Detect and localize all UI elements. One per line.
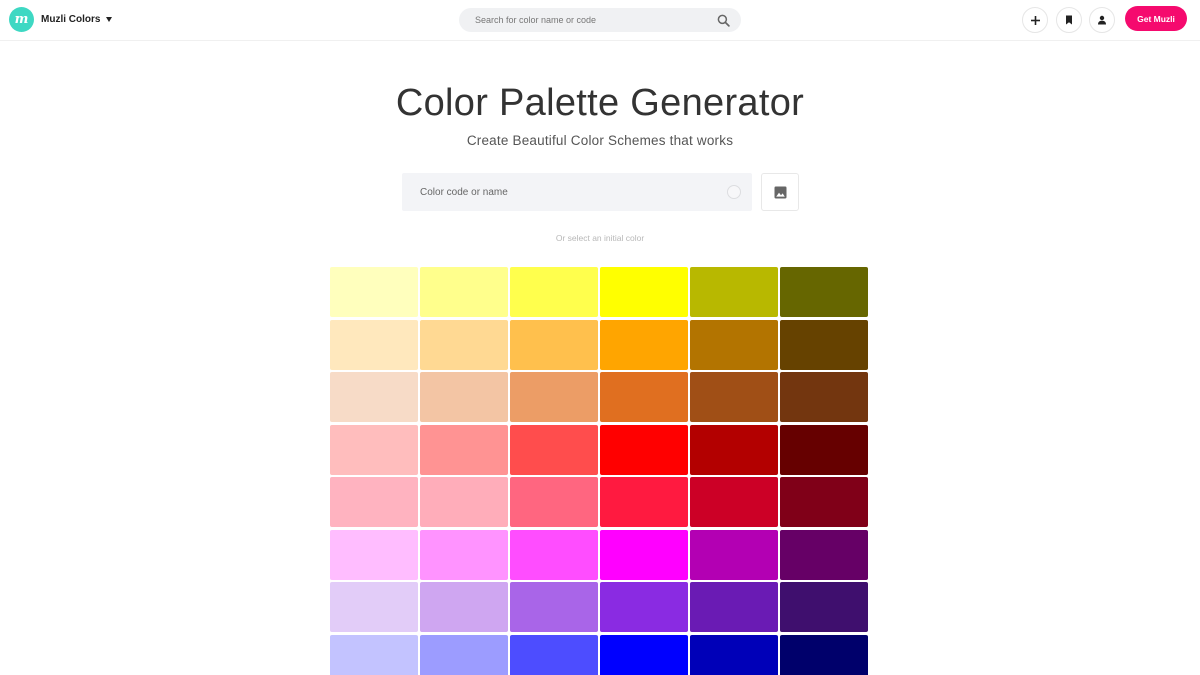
muzli-logo: m	[9, 7, 34, 32]
color-swatch[interactable]	[420, 477, 508, 527]
color-swatch[interactable]	[600, 319, 688, 370]
color-swatch[interactable]	[330, 529, 418, 580]
color-swatch[interactable]	[600, 267, 688, 317]
color-swatch[interactable]	[510, 477, 598, 527]
color-swatch[interactable]	[690, 424, 778, 475]
color-swatch[interactable]	[780, 529, 868, 580]
account-button[interactable]	[1089, 7, 1115, 33]
color-swatch[interactable]	[780, 319, 868, 370]
color-swatch[interactable]	[690, 372, 778, 422]
color-swatch[interactable]	[600, 529, 688, 580]
color-swatch[interactable]	[780, 267, 868, 317]
color-swatch[interactable]	[420, 267, 508, 317]
color-swatch[interactable]	[330, 634, 418, 675]
color-swatch[interactable]	[510, 634, 598, 675]
page-title: Color Palette Generator	[395, 82, 805, 124]
color-swatch[interactable]	[420, 319, 508, 370]
color-swatch[interactable]	[330, 319, 418, 370]
color-swatch[interactable]	[420, 424, 508, 475]
page-subtitle: Create Beautiful Color Schemes that work…	[466, 133, 734, 148]
get-muzli-button[interactable]: Get Muzli	[1125, 6, 1187, 31]
user-icon	[1098, 15, 1106, 25]
color-swatch[interactable]	[780, 477, 868, 527]
upload-image-button[interactable]	[761, 173, 799, 211]
color-search-bar[interactable]: Search for color name or code	[459, 8, 741, 32]
initial-color-grid	[330, 267, 870, 675]
color-swatch[interactable]	[690, 634, 778, 675]
color-swatch[interactable]	[420, 372, 508, 422]
color-swatch[interactable]	[780, 634, 868, 675]
bookmarks-button[interactable]	[1056, 7, 1082, 33]
color-swatch[interactable]	[510, 424, 598, 475]
color-swatch[interactable]	[330, 424, 418, 475]
search-icon[interactable]	[711, 8, 735, 32]
caret-down-icon	[106, 17, 113, 22]
color-swatch[interactable]	[420, 582, 508, 632]
color-swatch[interactable]	[510, 267, 598, 317]
color-swatch[interactable]	[510, 529, 598, 580]
color-swatch[interactable]	[330, 477, 418, 527]
color-swatch[interactable]	[420, 634, 508, 675]
color-swatch[interactable]	[330, 582, 418, 632]
color-swatch[interactable]	[600, 372, 688, 422]
color-swatch[interactable]	[600, 582, 688, 632]
color-swatch[interactable]	[690, 582, 778, 632]
color-swatch[interactable]	[690, 319, 778, 370]
color-swatch[interactable]	[600, 634, 688, 675]
brand-name: Muzli Colors	[41, 14, 101, 25]
color-swatch[interactable]	[510, 319, 598, 370]
color-swatch[interactable]	[510, 372, 598, 422]
color-swatch[interactable]	[780, 582, 868, 632]
color-code-input[interactable]	[420, 186, 727, 198]
color-picker-swatch[interactable]	[727, 185, 741, 199]
color-swatch[interactable]	[780, 372, 868, 422]
color-swatch[interactable]	[330, 372, 418, 422]
search-placeholder[interactable]: Search for color name or code	[475, 15, 711, 25]
select-initial-color-hint: Or select an initial color	[555, 233, 645, 243]
color-swatch[interactable]	[690, 477, 778, 527]
color-input-field[interactable]	[402, 173, 752, 211]
bookmark-icon	[1066, 15, 1072, 25]
color-swatch[interactable]	[510, 582, 598, 632]
color-swatch[interactable]	[600, 424, 688, 475]
plus-icon	[1030, 15, 1040, 25]
top-navigation-bar: m Muzli Colors Search for color name or …	[0, 0, 1200, 41]
color-swatch[interactable]	[330, 267, 418, 317]
color-swatch[interactable]	[690, 267, 778, 317]
color-swatch[interactable]	[780, 424, 868, 475]
color-swatch[interactable]	[690, 529, 778, 580]
brand-menu[interactable]: m Muzli Colors	[9, 7, 113, 32]
image-icon	[774, 186, 786, 198]
color-swatch[interactable]	[600, 477, 688, 527]
color-swatch[interactable]	[420, 529, 508, 580]
add-button[interactable]	[1022, 7, 1048, 33]
